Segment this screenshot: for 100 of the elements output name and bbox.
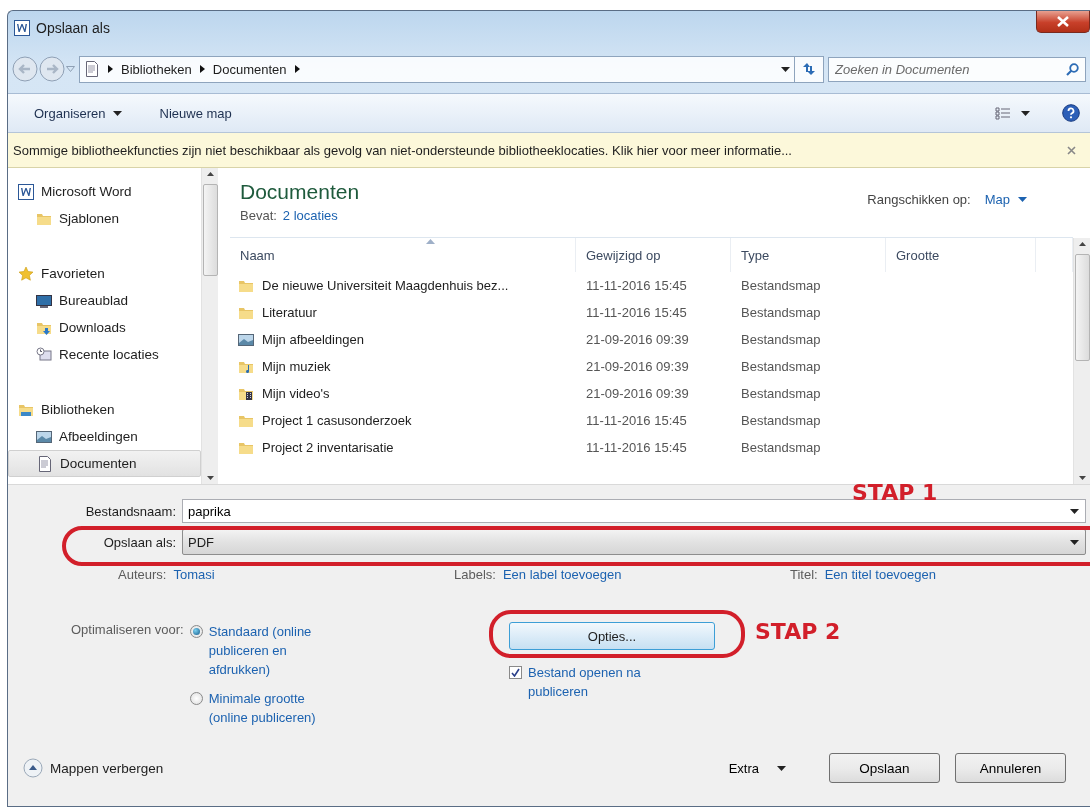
column-header[interactable]: Grootte (886, 238, 1036, 272)
recent-places-icon (36, 346, 52, 363)
breadcrumb[interactable]: Bibliotheken (121, 61, 192, 77)
refresh-button[interactable] (794, 55, 824, 83)
caret-icon (112, 110, 122, 116)
options-button[interactable]: Opties... (509, 622, 715, 650)
column-header[interactable]: Type (731, 238, 886, 272)
metadata-label: Labels: (454, 567, 496, 582)
type-cell-text: Bestandsmap (740, 305, 822, 320)
sidebar-group[interactable]: Favorieten (8, 260, 201, 287)
file-name-cell[interactable]: Project 1 casusonderzoek (230, 412, 576, 429)
dropdown-caret-icon (781, 66, 790, 72)
close-icon (1057, 16, 1069, 27)
metadata-link[interactable]: Een titel toevoegen (824, 567, 936, 582)
file-type-dropdown[interactable]: PDF (182, 529, 1086, 555)
type-cell-text: Bestandsmap (740, 359, 822, 374)
star-icon (18, 265, 34, 282)
close-button[interactable] (1036, 11, 1090, 33)
file-name-cell[interactable]: Project 2 inventarisatie (230, 439, 576, 456)
metadata-label: Auteurs: (118, 567, 167, 582)
arrange-label: Rangschikken op: (867, 192, 971, 207)
filename-field[interactable]: paprika (182, 499, 1086, 523)
info-bar[interactable]: Sommige bibliotheekfuncties zijn niet beschikbaar als gevolg van niet-ondersteunde bibliotheeklocaties. Klik hier voor meer informatie... (8, 133, 1090, 168)
file-name-cell[interactable]: Mijn video's (230, 385, 576, 402)
caret-icon[interactable] (1070, 509, 1079, 514)
close-icon[interactable] (1067, 145, 1076, 155)
date-cell-text: 11-11-2016 15:45 (585, 305, 688, 320)
optimize-label: Optimaliseren voor: (71, 622, 184, 639)
scroll-up-icon[interactable] (1078, 242, 1086, 246)
column-header[interactable]: Gewijzigd op (576, 238, 731, 272)
type-cell-text: Bestandsmap (740, 440, 822, 455)
chevron-icon (294, 65, 300, 73)
breadcrumb[interactable]: Documenten (212, 61, 287, 77)
dialog-button[interactable]: Annuleren (955, 753, 1066, 783)
extra-menu[interactable]: Extra (722, 759, 792, 777)
locations-link[interactable]: 2 locaties (282, 208, 338, 223)
desktop-icon (36, 292, 52, 309)
word-app-icon (18, 183, 34, 200)
library-title: Documenten (240, 180, 360, 204)
file-name-cell[interactable]: Mijn afbeeldingen (230, 331, 576, 348)
metadata-label: Titel: (790, 567, 818, 582)
annotation-label: STAP 2 (755, 619, 841, 644)
date-cell-text: 11-11-2016 15:45 (585, 278, 688, 293)
sidebar-item[interactable]: Downloads (8, 314, 201, 341)
refresh-icon (801, 62, 817, 76)
caret-icon (1070, 539, 1079, 545)
file-name-cell[interactable]: De nieuwe Universiteit Maagdenhuis bez... (230, 277, 576, 294)
date-cell-text: 21-09-2016 09:39 (585, 386, 690, 401)
sidebar-item[interactable]: Sjablonen (8, 205, 201, 232)
scroll-down-icon[interactable] (1078, 476, 1086, 480)
type-cell-text: Bestandsmap (740, 278, 822, 293)
filename-label: Bestandsnaam: (84, 503, 176, 519)
view-button[interactable] (993, 104, 1032, 122)
scrollbar[interactable] (201, 168, 218, 484)
window-title: Opslaan als (36, 20, 110, 36)
file-name-cell[interactable]: Mijn muziek (230, 358, 576, 375)
sidebar-item[interactable]: Documenten (8, 450, 201, 477)
help-icon[interactable] (1062, 104, 1080, 122)
metadata-link[interactable]: Tomasi (173, 567, 215, 582)
column-header[interactable]: Naam (230, 238, 576, 272)
scroll-up-icon[interactable] (206, 172, 214, 176)
save-as-label: Opslaan als: (102, 534, 176, 550)
date-cell-text: 21-09-2016 09:39 (585, 359, 690, 374)
sort-caret-icon (426, 239, 435, 244)
sidebar-group[interactable]: Bibliotheken (8, 396, 201, 423)
toolbar-button[interactable]: Nieuwe map (155, 102, 236, 124)
type-cell-text: Bestandsmap (740, 413, 822, 428)
dialog-button[interactable]: Opslaan (829, 753, 940, 783)
radio-option[interactable]: Minimale grootte (online publiceren) (189, 689, 339, 727)
document-icon (84, 61, 100, 77)
address-bar[interactable]: Bibliotheken Documenten (79, 55, 795, 83)
pictures-icon (238, 331, 254, 348)
radio-option[interactable]: Standaard (online publiceren en afdrukken) (189, 622, 339, 679)
date-cell-text: 11-11-2016 15:45 (585, 413, 688, 428)
pictures-icon (36, 428, 52, 445)
metadata-link[interactable]: Een label toevoegen (502, 567, 622, 582)
chevron-icon (108, 65, 113, 73)
sidebar-item[interactable]: Bureaublad (8, 287, 201, 314)
chevron-icon (199, 65, 205, 73)
caret-icon (1018, 197, 1027, 202)
open-after-checkbox[interactable]: Bestand openen na publiceren (509, 663, 715, 701)
date-cell-text: 21-09-2016 09:39 (585, 332, 690, 347)
search-field[interactable]: Zoeken in Documenten (828, 56, 1086, 82)
hide-folders-button[interactable]: Mappen verbergen (23, 758, 164, 778)
arrange-dropdown[interactable]: Map (984, 192, 1027, 207)
word-app-icon (14, 20, 30, 36)
info-message: Sommige bibliotheekfuncties zijn niet beschikbaar als gevolg van niet-ondersteunde bibliotheeklocaties. Klik hier voor meer informatie... (13, 142, 792, 158)
sidebar-item[interactable]: Afbeeldingen (8, 423, 201, 450)
menu-button[interactable]: Organiseren (30, 102, 126, 124)
list-view-icon (995, 106, 1011, 120)
caret-icon (1021, 110, 1030, 116)
contains-label: Bevat: (240, 208, 277, 223)
type-cell-text: Bestandsmap (740, 386, 822, 401)
file-name-cell[interactable]: Literatuur (230, 304, 576, 321)
scroll-down-icon[interactable] (206, 476, 214, 480)
sidebar-group[interactable]: Microsoft Word (8, 178, 201, 205)
scrollbar[interactable] (1073, 238, 1090, 484)
type-cell-text: Bestandsmap (740, 332, 822, 347)
caret-icon (777, 765, 786, 771)
sidebar-item[interactable]: Recente locaties (8, 341, 201, 368)
